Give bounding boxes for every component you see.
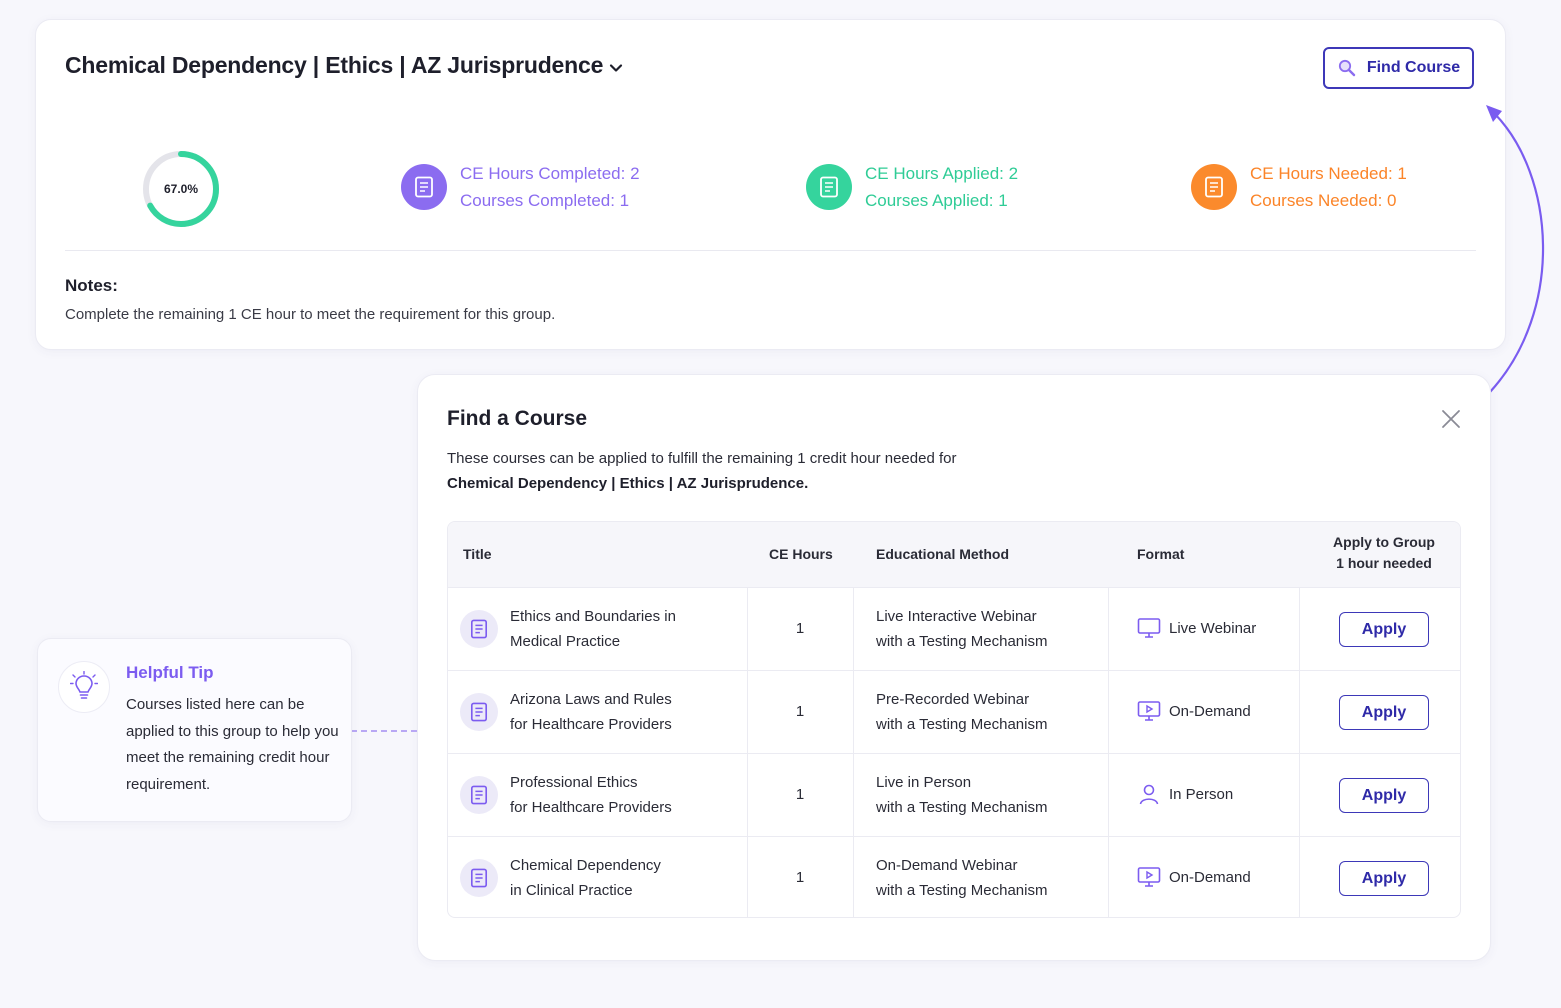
method-line2: with a Testing Mechanism xyxy=(876,882,1048,899)
document-icon xyxy=(401,164,447,210)
notes-label: Notes: xyxy=(65,276,118,295)
notes-text: Complete the remaining 1 CE hour to meet… xyxy=(65,306,556,323)
course-title: Ethics and Boundaries in Medical Practic… xyxy=(510,604,676,654)
document-icon xyxy=(806,164,852,210)
table-row: Arizona Laws and Rules for Healthcare Pr… xyxy=(448,670,1460,753)
tip-title: Helpful Tip xyxy=(126,663,214,682)
method-line2: with a Testing Mechanism xyxy=(876,633,1048,650)
format-label: Live Webinar xyxy=(1169,619,1257,637)
method-line1: Pre-Recorded Webinar xyxy=(876,691,1030,708)
ce-hours-applied: CE Hours Applied: 2 xyxy=(865,164,1019,183)
curved-arrow-icon xyxy=(1486,105,1545,393)
course-title-line1: Ethics and Boundaries in xyxy=(510,608,676,625)
course-title: Chemical Dependency in Clinical Practice xyxy=(510,853,661,903)
course-title-line2: for Healthcare Providers xyxy=(510,799,672,816)
table-row: Professional Ethics for Healthcare Provi… xyxy=(448,753,1460,836)
column-ce-hours: CE Hours xyxy=(769,546,833,562)
divider xyxy=(65,250,1476,251)
find-course-panel: Find a Course These courses can be appli… xyxy=(417,374,1491,961)
course-method: Live in Person with a Testing Mechanism xyxy=(876,770,1047,820)
apply-column-line1: Apply to Group xyxy=(1333,534,1435,550)
course-ce-hours: 1 xyxy=(795,620,805,637)
format-label: In Person xyxy=(1169,785,1234,803)
method-line2: with a Testing Mechanism xyxy=(876,716,1048,733)
stat-completed: CE Hours Completed: 2 Courses Completed:… xyxy=(401,160,640,214)
table-row: Ethics and Boundaries in Medical Practic… xyxy=(448,587,1460,670)
method-line1: Live Interactive Webinar xyxy=(876,608,1037,625)
document-icon xyxy=(460,859,498,897)
find-course-button[interactable]: Find Course xyxy=(1323,47,1474,89)
close-icon[interactable] xyxy=(1440,408,1462,430)
stat-applied: CE Hours Applied: 2 Courses Applied: 1 xyxy=(806,160,1018,214)
course-ce-hours: 1 xyxy=(795,786,805,803)
apply-button[interactable]: Apply xyxy=(1339,695,1429,730)
tip-connector xyxy=(351,730,417,732)
courses-applied: Courses Applied: 1 xyxy=(865,191,1008,210)
apply-button[interactable]: Apply xyxy=(1339,612,1429,647)
play-screen-icon xyxy=(1137,701,1161,721)
column-title: Title xyxy=(463,546,492,562)
format-label: On-Demand xyxy=(1169,702,1251,720)
ce-hours-needed: CE Hours Needed: 1 xyxy=(1250,164,1407,183)
apply-button[interactable]: Apply xyxy=(1339,778,1429,813)
course-format: On-Demand xyxy=(1137,700,1251,722)
course-method: Pre-Recorded Webinar with a Testing Mech… xyxy=(876,687,1047,737)
apply-button[interactable]: Apply xyxy=(1339,861,1429,896)
method-line1: On-Demand Webinar xyxy=(876,857,1018,874)
course-table: Title CE Hours Educational Method Format… xyxy=(447,521,1461,918)
course-title-line1: Arizona Laws and Rules xyxy=(510,691,672,708)
ce-hours-completed: CE Hours Completed: 2 xyxy=(460,164,640,183)
column-format: Format xyxy=(1137,546,1185,562)
course-title-line1: Professional Ethics xyxy=(510,774,638,791)
chevron-down-icon[interactable] xyxy=(606,58,626,78)
description-text: These courses can be applied to fulfill … xyxy=(447,450,957,467)
method-line2: with a Testing Mechanism xyxy=(876,799,1048,816)
find-course-title: Find a Course xyxy=(447,407,588,430)
group-name: Chemical Dependency | Ethics | AZ Jurisp… xyxy=(447,475,809,492)
course-title-line2: for Healthcare Providers xyxy=(510,716,672,733)
search-icon xyxy=(1338,59,1356,77)
method-line1: Live in Person xyxy=(876,774,972,791)
apply-column-line2: 1 hour needed xyxy=(1336,555,1432,571)
document-icon xyxy=(460,776,498,814)
table-header: Title CE Hours Educational Method Format… xyxy=(448,522,1460,587)
document-icon xyxy=(460,610,498,648)
find-course-description: These courses can be applied to fulfill … xyxy=(447,446,956,496)
course-title-line2: in Clinical Practice xyxy=(510,882,633,899)
document-icon xyxy=(1191,164,1237,210)
course-format: Live Webinar xyxy=(1137,617,1256,639)
tip-text: Courses listed here can be applied to th… xyxy=(126,696,339,793)
course-format: On-Demand xyxy=(1137,866,1251,888)
courses-needed: Courses Needed: 0 xyxy=(1250,191,1397,210)
course-title: Professional Ethics for Healthcare Provi… xyxy=(510,770,672,820)
course-format: In Person xyxy=(1137,783,1233,805)
stat-needed: CE Hours Needed: 1 Courses Needed: 0 xyxy=(1191,160,1407,214)
course-title: Arizona Laws and Rules for Healthcare Pr… xyxy=(510,687,672,737)
course-title-line2: Medical Practice xyxy=(510,633,621,650)
table-row: Chemical Dependency in Clinical Practice… xyxy=(448,836,1460,917)
helpful-tip-card: Helpful Tip Courses listed here can be a… xyxy=(37,638,352,822)
format-label: On-Demand xyxy=(1169,868,1251,886)
lightbulb-icon xyxy=(58,661,110,713)
column-educational-method: Educational Method xyxy=(876,546,1009,562)
course-ce-hours: 1 xyxy=(795,869,805,886)
course-title-line1: Chemical Dependency xyxy=(510,857,661,874)
requirement-title: Chemical Dependency | Ethics | AZ Jurisp… xyxy=(65,52,604,78)
progress-percent: 67.0% xyxy=(163,182,199,196)
requirement-card: Chemical Dependency | Ethics | AZ Jurisp… xyxy=(35,19,1506,350)
monitor-icon xyxy=(1137,618,1161,638)
course-method: On-Demand Webinar with a Testing Mechani… xyxy=(876,853,1047,903)
find-course-label: Find Course xyxy=(1366,59,1461,76)
course-method: Live Interactive Webinar with a Testing … xyxy=(876,604,1047,654)
play-screen-icon xyxy=(1137,867,1161,887)
courses-completed: Courses Completed: 1 xyxy=(460,191,630,210)
column-apply-to-group: Apply to Group 1 hour needed xyxy=(1299,532,1460,574)
course-ce-hours: 1 xyxy=(795,703,805,720)
person-icon xyxy=(1139,784,1159,805)
document-icon xyxy=(460,693,498,731)
